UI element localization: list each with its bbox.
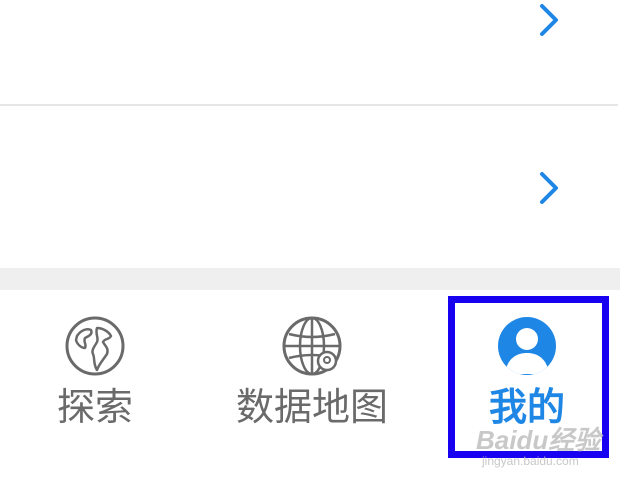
chevron-right-icon bbox=[540, 4, 558, 36]
tab-explore[interactable]: 探索 bbox=[30, 290, 160, 450]
settings-card bbox=[0, 0, 618, 272]
baidu-jingyan-watermark: Baidu经验 jingyan.baidu.com bbox=[476, 424, 610, 472]
watermark-title: Baidu经验 bbox=[476, 425, 601, 455]
watermark-url: jingyan.baidu.com bbox=[482, 454, 579, 468]
globe-grid-icon bbox=[282, 316, 342, 376]
globe-icon bbox=[65, 316, 125, 376]
tab-label: 探索 bbox=[56, 385, 133, 429]
tab-label: 数据地图 bbox=[235, 385, 388, 429]
screen: 探索 数据地图 我的 Baidu经验 jingyan.baidu.com bbox=[0, 0, 620, 484]
list-item[interactable] bbox=[0, 0, 618, 104]
chevron-right-icon bbox=[540, 172, 558, 204]
tab-data-map[interactable]: 数据地图 bbox=[222, 290, 402, 450]
section-separator bbox=[0, 268, 620, 290]
list-item[interactable] bbox=[0, 106, 618, 270]
